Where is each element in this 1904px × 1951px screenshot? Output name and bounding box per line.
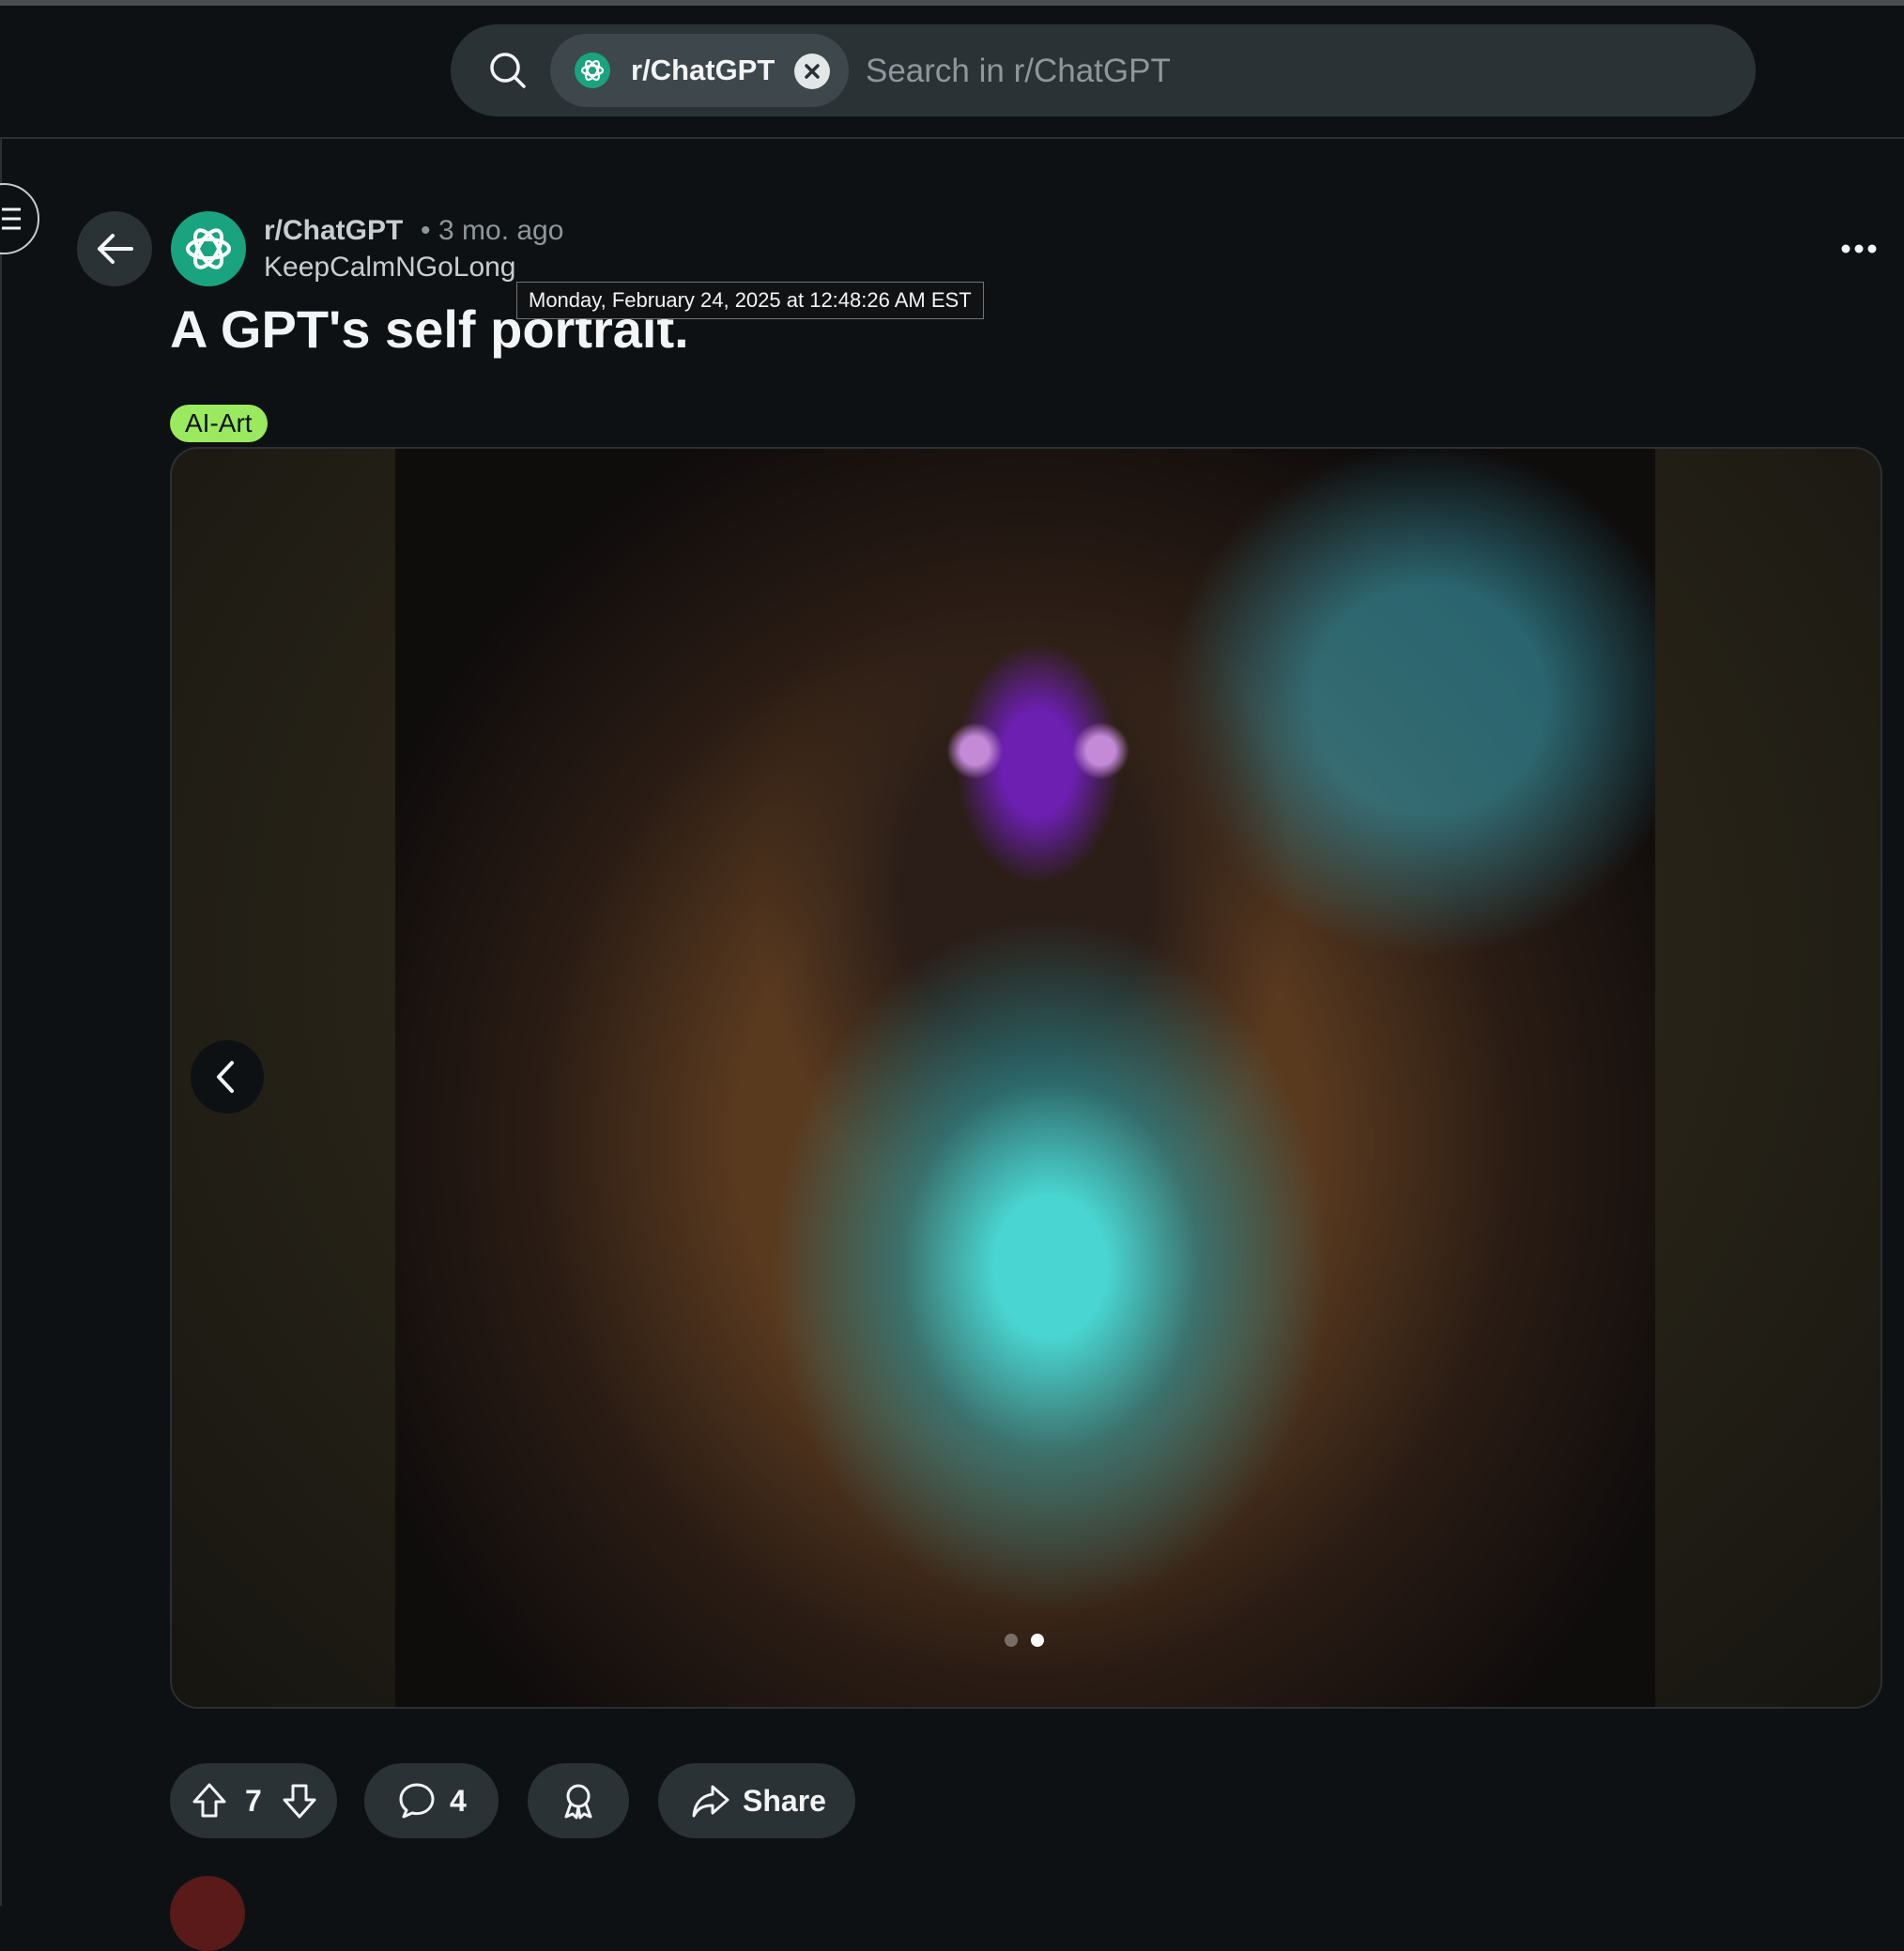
search-input[interactable] [864, 47, 1712, 96]
openai-logo-icon [186, 228, 231, 269]
search-bar[interactable]: r/ChatGPT [451, 24, 1756, 116]
share-label: Share [743, 1784, 826, 1818]
share-button[interactable]: Share [658, 1763, 855, 1838]
image-gallery[interactable] [170, 447, 1882, 1709]
downvote-icon[interactable] [279, 1780, 320, 1821]
author-link[interactable]: KeepCalmNGoLong [264, 251, 516, 284]
post-image[interactable] [395, 449, 1655, 1707]
post-time[interactable]: 3 mo. ago [438, 214, 563, 248]
post-flair[interactable]: AI-Art [170, 405, 268, 442]
gallery-previous-button[interactable] [191, 1040, 264, 1114]
left-rail-divider [0, 139, 2, 1906]
timestamp-tooltip: Monday, February 24, 2025 at 12:48:26 AM… [516, 282, 984, 319]
community-filter-chip[interactable]: r/ChatGPT [550, 34, 849, 107]
upvote-icon[interactable] [189, 1780, 230, 1821]
search-icon[interactable] [488, 51, 528, 90]
comment-count: 4 [450, 1784, 467, 1818]
subreddit-link[interactable]: r/ChatGPT [264, 214, 403, 248]
comment-author-avatar[interactable] [170, 1876, 245, 1951]
top-header: r/ChatGPT [0, 6, 1904, 139]
more-options-button[interactable] [1829, 225, 1889, 272]
subreddit-avatar[interactable] [171, 211, 246, 286]
gallery-page-dot[interactable] [1005, 1634, 1018, 1647]
chevron-left-icon [217, 1061, 234, 1093]
back-button[interactable] [77, 211, 152, 286]
openai-logo-icon [575, 53, 610, 88]
menu-icon[interactable] [0, 183, 39, 254]
comment-icon [399, 1783, 435, 1819]
award-icon [564, 1784, 592, 1820]
more-options-icon [1841, 244, 1877, 253]
comments-button[interactable]: 4 [364, 1763, 499, 1838]
community-chip-label: r/ChatGPT [631, 54, 775, 86]
close-icon[interactable] [794, 54, 830, 89]
back-arrow-icon [98, 234, 133, 264]
meta-separator: • [421, 215, 431, 246]
vote-group: 7 [170, 1763, 337, 1838]
award-button[interactable] [528, 1763, 629, 1838]
gallery-page-dot-active[interactable] [1031, 1634, 1044, 1647]
share-icon [692, 1785, 729, 1818]
vote-count: 7 [245, 1784, 262, 1818]
